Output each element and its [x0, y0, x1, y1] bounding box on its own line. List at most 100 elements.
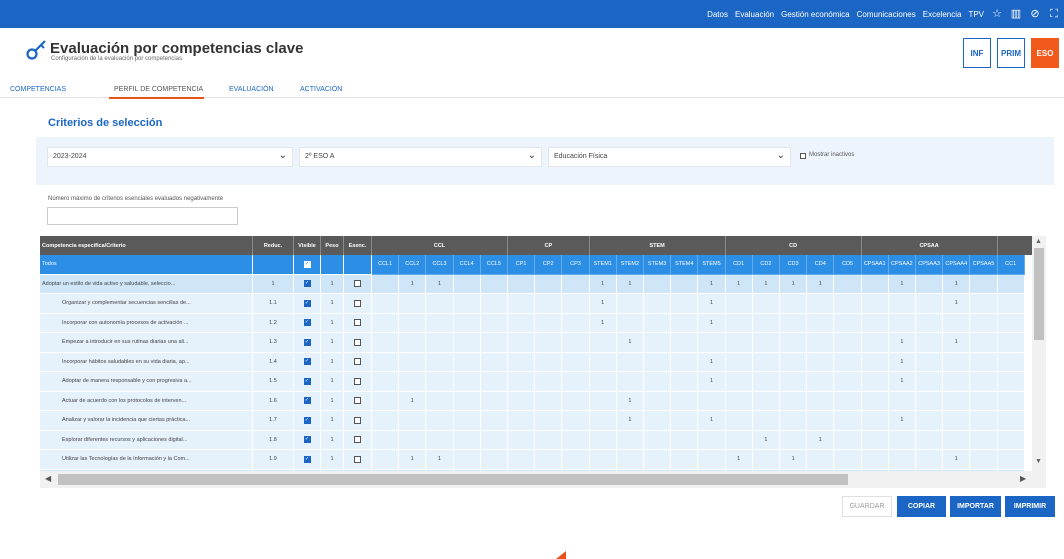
- competency-value-cell[interactable]: 1: [780, 274, 808, 294]
- competency-value-cell[interactable]: [480, 391, 508, 411]
- competency-value-cell[interactable]: [671, 430, 699, 450]
- competency-value-cell[interactable]: [480, 430, 508, 450]
- copy-button[interactable]: COPIAR: [897, 496, 946, 517]
- year-select[interactable]: 2023-2024 ⌄: [47, 147, 293, 167]
- competency-value-cell[interactable]: [671, 333, 699, 353]
- competency-value-cell[interactable]: [372, 294, 400, 314]
- competency-value-cell[interactable]: [616, 450, 644, 470]
- competency-value-cell[interactable]: 1: [399, 450, 427, 470]
- criterion-name[interactable]: Incorporar hábitos saludables en su vida…: [40, 352, 253, 372]
- competency-value-cell[interactable]: [807, 411, 835, 431]
- competency-value-cell[interactable]: 1: [780, 450, 808, 470]
- nav-comunicaciones[interactable]: Comunicaciones: [857, 10, 916, 19]
- competency-value-cell[interactable]: [535, 430, 563, 450]
- competency-value-cell[interactable]: [644, 294, 672, 314]
- competency-value-cell[interactable]: [997, 391, 1025, 411]
- scroll-down-icon[interactable]: ▼: [1035, 458, 1042, 465]
- competency-value-cell[interactable]: [508, 333, 536, 353]
- peso-value[interactable]: 1: [321, 372, 344, 392]
- competency-value-cell[interactable]: [970, 333, 998, 353]
- competency-value-cell[interactable]: [970, 430, 998, 450]
- competency-value-cell[interactable]: [426, 313, 454, 333]
- tab-perfil-competencia[interactable]: PERFIL DE COMPETENCIA: [114, 86, 203, 93]
- competency-value-cell[interactable]: [426, 294, 454, 314]
- competency-value-cell[interactable]: [943, 411, 971, 431]
- competency-value-cell[interactable]: [834, 352, 862, 372]
- competency-value-cell[interactable]: [997, 333, 1025, 353]
- competency-value-cell[interactable]: [535, 450, 563, 470]
- competency-value-cell[interactable]: [888, 450, 916, 470]
- competency-value-cell[interactable]: 1: [589, 313, 617, 333]
- peso-value[interactable]: 1: [321, 333, 344, 353]
- competency-value-cell[interactable]: 1: [888, 372, 916, 392]
- competency-value-cell[interactable]: [834, 411, 862, 431]
- competency-value-cell[interactable]: [508, 391, 536, 411]
- competency-value-cell[interactable]: [671, 352, 699, 372]
- competency-value-cell[interactable]: [508, 430, 536, 450]
- competency-value-cell[interactable]: 1: [399, 274, 427, 294]
- competency-value-cell[interactable]: [861, 411, 889, 431]
- competency-value-cell[interactable]: 1: [616, 391, 644, 411]
- competency-value-cell[interactable]: [780, 333, 808, 353]
- competency-value-cell[interactable]: [453, 372, 481, 392]
- competency-value-cell[interactable]: [943, 430, 971, 450]
- competency-value-cell[interactable]: [807, 450, 835, 470]
- competency-value-cell[interactable]: 1: [943, 450, 971, 470]
- competency-value-cell[interactable]: 1: [616, 333, 644, 353]
- competency-value-cell[interactable]: [589, 450, 617, 470]
- competency-value-cell[interactable]: [372, 313, 400, 333]
- competency-value-cell[interactable]: [970, 450, 998, 470]
- competency-value-cell[interactable]: 1: [426, 274, 454, 294]
- show-inactive-checkbox[interactable]: [800, 153, 806, 159]
- competency-value-cell[interactable]: [453, 333, 481, 353]
- competency-value-cell[interactable]: [970, 391, 998, 411]
- competency-value-cell[interactable]: [888, 430, 916, 450]
- tab-activacion[interactable]: ACTIVACIÓN: [300, 86, 342, 93]
- competency-value-cell[interactable]: [807, 391, 835, 411]
- competency-value-cell[interactable]: [372, 450, 400, 470]
- columns-icon[interactable]: ▥: [1010, 8, 1022, 20]
- competency-value-cell[interactable]: [807, 372, 835, 392]
- competency-value-cell[interactable]: [671, 274, 699, 294]
- competency-value-cell[interactable]: [943, 372, 971, 392]
- competency-value-cell[interactable]: [916, 294, 944, 314]
- competency-value-cell[interactable]: [426, 391, 454, 411]
- competency-value-cell[interactable]: [970, 372, 998, 392]
- peso-value[interactable]: [321, 255, 344, 275]
- competency-value-cell[interactable]: [997, 430, 1025, 450]
- competency-value-cell[interactable]: [725, 352, 753, 372]
- max-criteria-input[interactable]: [47, 207, 238, 225]
- competency-value-cell[interactable]: [752, 333, 780, 353]
- competency-value-cell[interactable]: 1: [616, 411, 644, 431]
- esencial-checkbox[interactable]: [354, 319, 361, 327]
- criterion-name[interactable]: Incorporar con autonomía procesos de act…: [40, 313, 253, 333]
- competency-value-cell[interactable]: [834, 450, 862, 470]
- competency-value-cell[interactable]: [943, 352, 971, 372]
- competency-value-cell[interactable]: 1: [943, 333, 971, 353]
- import-button[interactable]: IMPORTAR: [950, 496, 1001, 517]
- visible-checkbox[interactable]: ✓: [303, 436, 311, 444]
- nav-evaluacion[interactable]: Evaluación: [735, 10, 774, 19]
- competency-value-cell[interactable]: [589, 372, 617, 392]
- competency-value-cell[interactable]: [671, 450, 699, 470]
- competency-value-cell[interactable]: [508, 294, 536, 314]
- competency-value-cell[interactable]: [671, 313, 699, 333]
- competency-value-cell[interactable]: [888, 391, 916, 411]
- competency-value-cell[interactable]: [698, 333, 726, 353]
- competency-value-cell[interactable]: [725, 430, 753, 450]
- competency-value-cell[interactable]: [372, 411, 400, 431]
- tab-evaluacion[interactable]: EVALUACIÓN: [229, 86, 274, 93]
- competency-value-cell[interactable]: [997, 274, 1025, 294]
- competency-value-cell[interactable]: [644, 391, 672, 411]
- competency-value-cell[interactable]: [508, 313, 536, 333]
- competency-value-cell[interactable]: [644, 411, 672, 431]
- peso-value[interactable]: 1: [321, 313, 344, 333]
- competency-value-cell[interactable]: [916, 450, 944, 470]
- competency-value-cell[interactable]: [426, 333, 454, 353]
- competency-value-cell[interactable]: [970, 411, 998, 431]
- competency-value-cell[interactable]: [780, 372, 808, 392]
- competency-value-cell[interactable]: [725, 313, 753, 333]
- competency-value-cell[interactable]: [752, 372, 780, 392]
- visible-checkbox[interactable]: ✓: [303, 280, 311, 288]
- competency-value-cell[interactable]: [562, 450, 590, 470]
